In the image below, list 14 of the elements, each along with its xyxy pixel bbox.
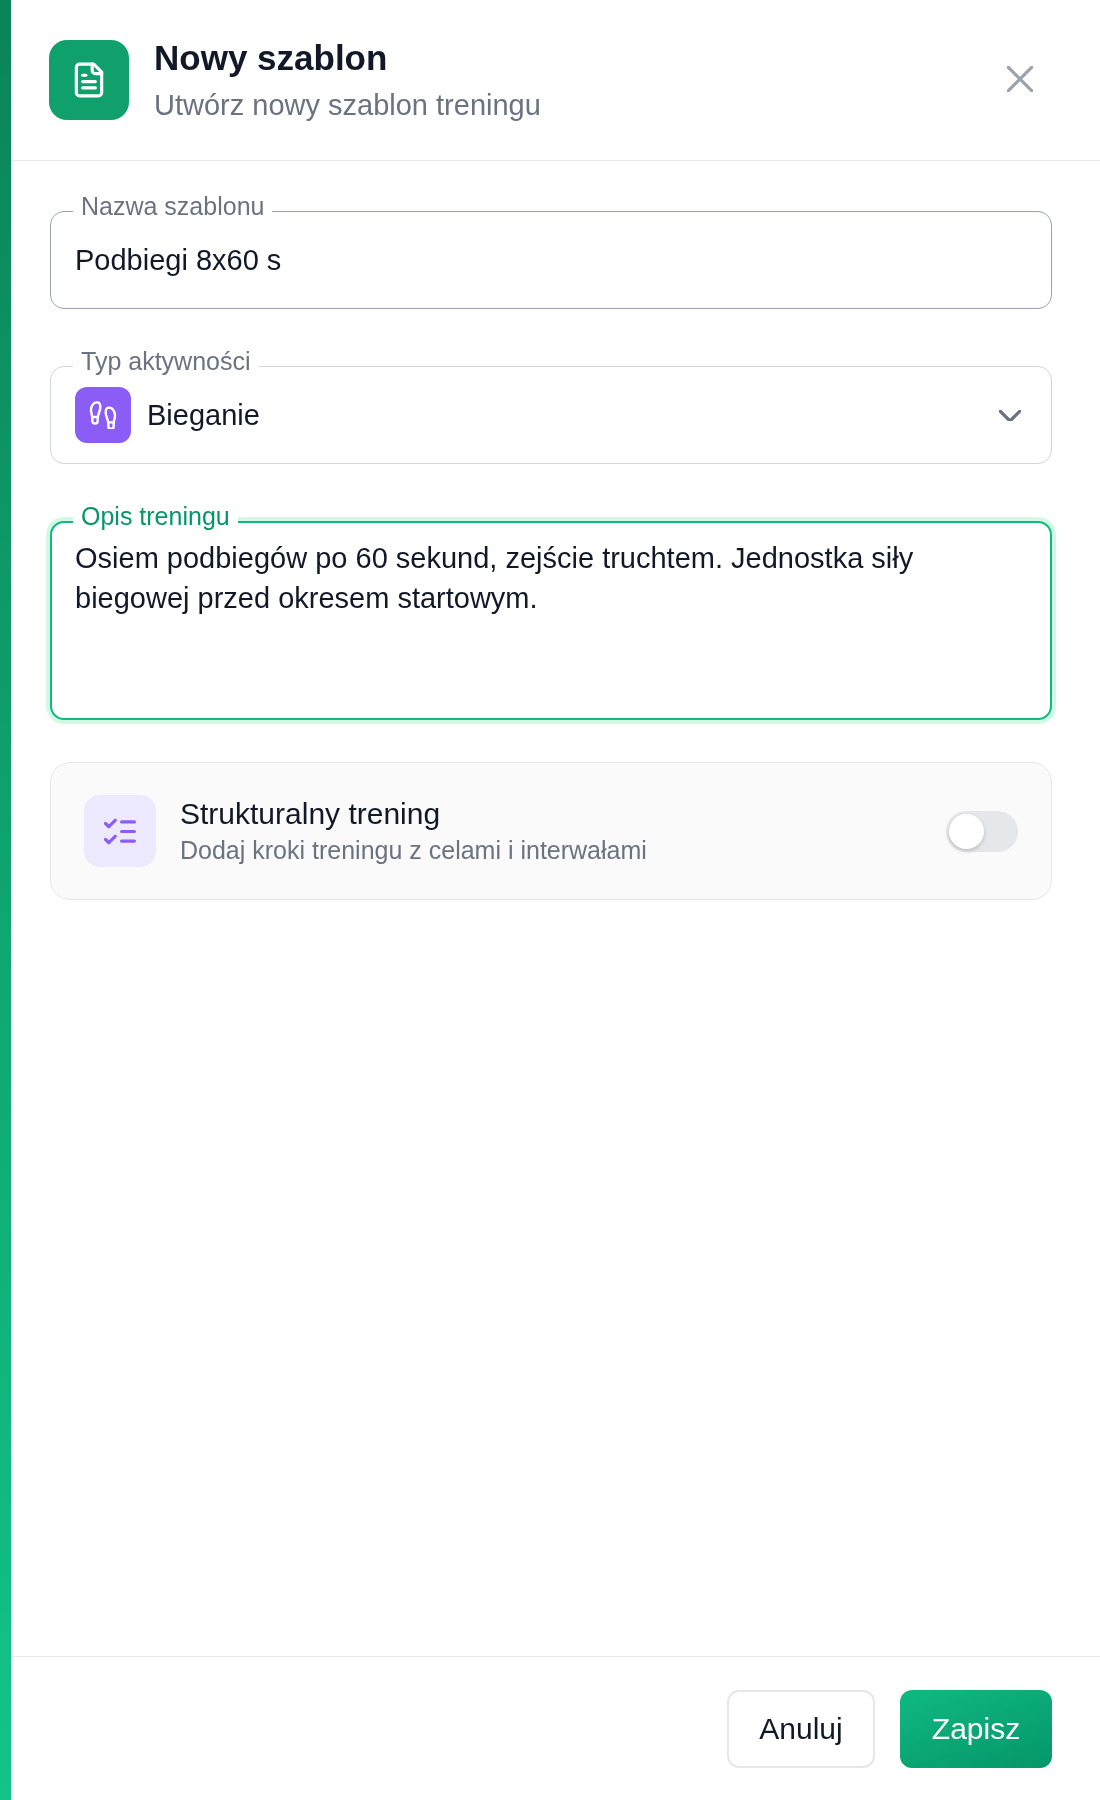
checklist-icon [84,795,156,867]
close-icon [1007,66,1033,92]
chevron-down-icon [999,409,1021,421]
close-button[interactable] [1007,66,1033,92]
document-icon [49,40,129,120]
field-label: Opis treningu [73,503,238,529]
cancel-button[interactable]: Anuluj [727,1690,875,1768]
toggle-switch[interactable] [946,810,1018,852]
option-title: Strukturalny trening [180,796,442,832]
dialog-title: Nowy szablon [154,37,389,79]
field-label: Typ aktywności [73,348,259,374]
option-description: Dodaj kroki treningu z celami i interwałami [180,835,648,866]
dialog-subtitle: Utwórz nowy szablon treningu [154,88,542,123]
footprints-icon [75,387,131,443]
